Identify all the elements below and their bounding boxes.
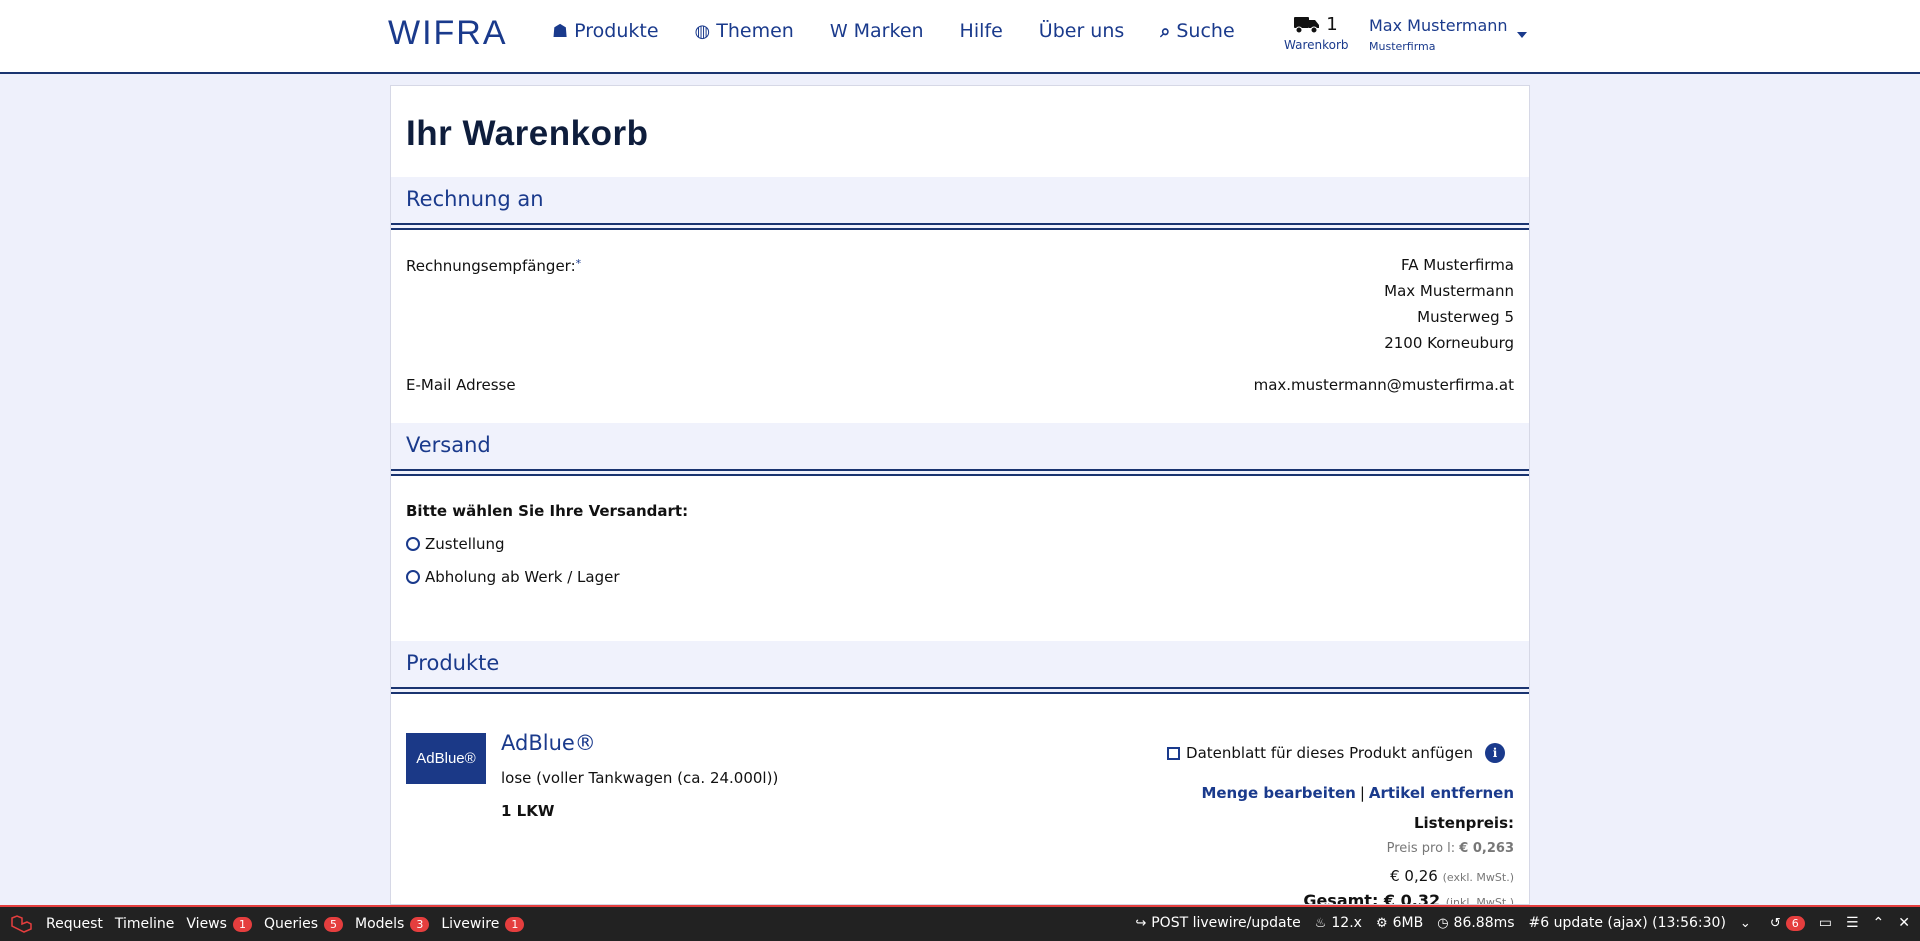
debug-open[interactable]: ▭ (1819, 915, 1832, 931)
net-price: € 0,26 (exkl. MwSt.) (1390, 867, 1514, 885)
truck-icon (1294, 16, 1320, 33)
cart-button[interactable]: 1 Warenkorb (1284, 14, 1349, 52)
debug-close[interactable]: ✕ (1898, 915, 1910, 931)
radio-circle[interactable] (406, 570, 420, 584)
brand-w-icon: W (829, 20, 848, 42)
product-description: lose (voller Tankwagen (ca. 24.000l)) (501, 769, 779, 787)
cogs-icon: ⚙ (1375, 915, 1388, 931)
debug-route[interactable]: ↪ POST livewire/update (1135, 915, 1300, 931)
chevron-up-icon: ⌃ (1872, 915, 1885, 931)
debug-tab-request[interactable]: Request (46, 916, 103, 932)
debug-request-select[interactable]: #6 update (ajax) (13:56:30) ⌄ (1529, 915, 1756, 931)
section-products: Produkte (391, 641, 1529, 694)
user-name: Max Mustermann (1369, 16, 1508, 35)
nav-hilfe-label: Hilfe (959, 20, 1003, 42)
debug-tab-queries[interactable]: Queries 5 (264, 916, 343, 932)
address-line: 2100 Korneuburg (1384, 334, 1514, 352)
recipient-label: Rechnungsempfänger:* (406, 257, 582, 275)
address-line: Max Mustermann (1384, 282, 1514, 300)
share-icon: ↪ (1135, 915, 1147, 931)
nav-produkte[interactable]: ☗ Produkte (552, 20, 659, 42)
search-icon: ⌕ (1160, 20, 1171, 42)
debug-version: ♨ 12.x (1314, 915, 1362, 931)
section-title: Rechnung an (406, 187, 544, 211)
close-icon: ✕ (1898, 915, 1910, 931)
section-title: Versand (406, 433, 491, 457)
edit-quantity-link[interactable]: Menge bearbeiten (1201, 784, 1355, 802)
item-actions: Menge bearbeiten | Artikel entfernen (1201, 784, 1514, 802)
section-title: Produkte (406, 651, 500, 675)
shipping-question: Bitte wählen Sie Ihre Versandart: (406, 502, 689, 520)
cart-label: Warenkorb (1284, 38, 1349, 52)
email-label: E-Mail Adresse (406, 376, 516, 394)
nav-ueber-uns[interactable]: Über uns (1039, 20, 1125, 42)
user-firm: Musterfirma (1369, 40, 1436, 53)
debug-history[interactable]: ↺ 6 (1769, 915, 1805, 931)
count-badge: 1 (232, 916, 252, 932)
nav-suche[interactable]: ⌕ Suche (1160, 20, 1234, 42)
nav-ueber-uns-label: Über uns (1038, 20, 1125, 42)
price-per-liter: Preis pro l: € 0,263 (1386, 841, 1514, 856)
nav-suche-label: Suche (1176, 20, 1235, 42)
debug-tab-timeline[interactable]: Timeline (115, 916, 175, 932)
main-nav: ☗ Produkte ◍ Themen W Marken Hilfe Über … (552, 20, 1271, 42)
billing-address: FA Musterfirma Max Mustermann Musterweg … (1384, 252, 1514, 356)
gross-total: Gesamt: € 0,32 (inkl. MwSt.) (1303, 891, 1514, 905)
radio-abholung[interactable]: Abholung ab Werk / Lager (406, 568, 620, 586)
datasheet-label: Datenblatt für dieses Produkt anfügen (1186, 744, 1473, 762)
debug-tab-views[interactable]: Views 1 (186, 916, 252, 932)
debug-settings[interactable]: ☰ (1846, 915, 1859, 931)
globe-icon: ◍ (694, 20, 711, 42)
count-badge: 1 (505, 916, 525, 932)
folder-open-icon: ▭ (1818, 915, 1832, 931)
radio-zustellung[interactable]: Zustellung (406, 535, 505, 553)
product-thumbnail[interactable]: AdBlue® (406, 733, 486, 784)
laravel-icon: ♨ (1314, 915, 1327, 931)
sliders-icon: ☰ (1845, 915, 1859, 931)
user-menu[interactable]: Max Mustermann Musterfirma (1369, 16, 1527, 53)
laravel-logo-icon[interactable] (10, 915, 32, 933)
debug-memory: ⚙ 6MB (1375, 915, 1424, 931)
debug-time: ◷ 86.88ms (1437, 915, 1515, 931)
remove-item-link[interactable]: Artikel entfernen (1369, 784, 1514, 802)
required-mark: * (575, 257, 582, 270)
history-icon: ↺ (1769, 915, 1781, 931)
count-badge: 5 (324, 916, 343, 932)
product-quantity: 1 LKW (501, 802, 555, 820)
address-line: Musterweg 5 (1417, 308, 1514, 326)
datasheet-option[interactable]: Datenblatt für dieses Produkt anfügen i (1167, 743, 1505, 763)
radio-circle[interactable] (406, 537, 420, 551)
datasheet-checkbox[interactable] (1167, 746, 1181, 760)
site-header: WIFRA ☗ Produkte ◍ Themen W Marken Hilfe… (0, 0, 1920, 74)
section-shipping: Versand (391, 423, 1529, 476)
email-value: max.mustermann@musterfirma.at (1253, 376, 1514, 394)
debug-bar: Request Timeline Views 1 Queries 5 Models 3… (0, 905, 1920, 941)
debug-tab-livewire[interactable]: Livewire 1 (441, 916, 525, 932)
nav-marken-label: Marken (853, 20, 924, 42)
nav-produkte-label: Produkte (574, 20, 659, 42)
cart-count: 1 (1326, 14, 1338, 35)
count-badge: 3 (410, 916, 430, 932)
address-line: FA Musterfirma (1401, 256, 1514, 274)
info-icon[interactable]: i (1485, 743, 1505, 763)
radio-label: Zustellung (425, 535, 505, 553)
radio-label: Abholung ab Werk / Lager (425, 568, 620, 586)
debug-maximize[interactable]: ⌃ (1873, 915, 1885, 931)
nav-themen-label: Themen (716, 20, 794, 42)
chevron-down-icon: ⌄ (1739, 915, 1751, 931)
nav-marken[interactable]: W Marken (830, 20, 924, 42)
boxes-icon: ☗ (552, 20, 569, 42)
nav-hilfe[interactable]: Hilfe (960, 20, 1003, 42)
cart-panel: Ihr Warenkorb Rechnung an Rechnungsempfä… (390, 85, 1530, 905)
nav-themen[interactable]: ◍ Themen (695, 20, 794, 42)
list-price-label: Listenpreis: (1413, 814, 1514, 832)
caret-down-icon (1517, 32, 1527, 38)
site-logo[interactable]: WIFRA (388, 14, 508, 53)
section-billing: Rechnung an (391, 177, 1529, 230)
product-name[interactable]: AdBlue® (501, 731, 596, 755)
page-title: Ihr Warenkorb (406, 114, 649, 153)
clock-icon: ◷ (1437, 915, 1449, 931)
count-badge: 6 (1785, 915, 1805, 931)
debug-tab-models[interactable]: Models 3 (355, 916, 430, 932)
